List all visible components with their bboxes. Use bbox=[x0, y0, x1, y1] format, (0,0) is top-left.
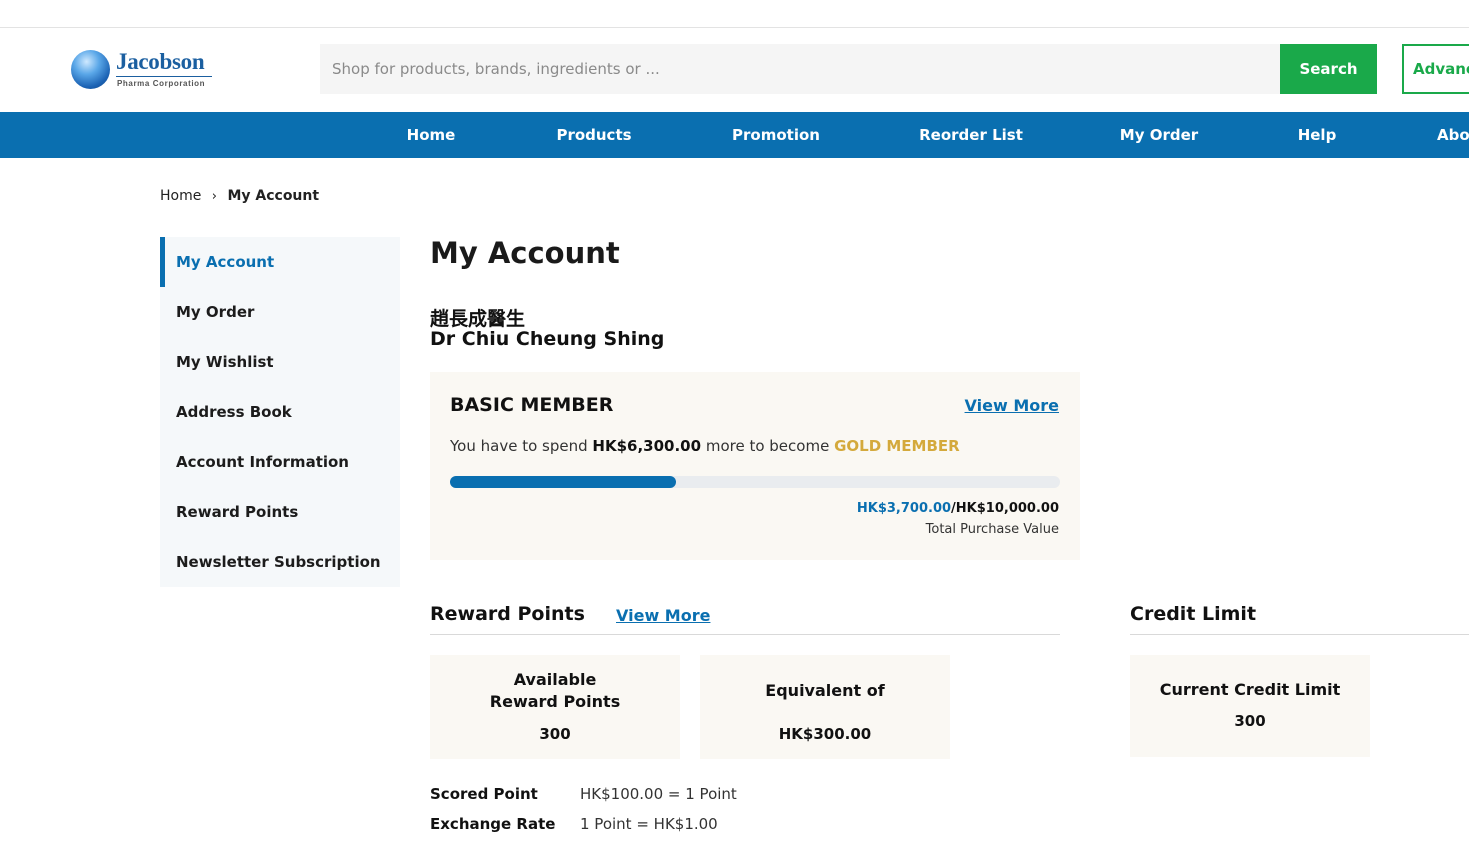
nav-home[interactable]: Home bbox=[407, 112, 456, 158]
nav-products[interactable]: Products bbox=[556, 112, 631, 158]
purchase-progress-bar bbox=[450, 476, 1060, 488]
purchase-value-label: Total Purchase Value bbox=[925, 522, 1059, 537]
membership-view-more-link[interactable]: View More bbox=[965, 396, 1059, 415]
purchase-value-readout: HK$3,700.00/HK$10,000.00 bbox=[857, 501, 1059, 516]
purchase-value-target: /HK$10,000.00 bbox=[951, 501, 1059, 516]
page-title: My Account bbox=[430, 236, 620, 270]
available-points-label-line1: Available bbox=[513, 670, 597, 689]
account-sidebar: My Account My Order My Wishlist Address … bbox=[160, 237, 400, 587]
credit-limit-card: Current Credit Limit 300 bbox=[1130, 655, 1370, 757]
equivalent-value: HK$300.00 bbox=[778, 725, 872, 743]
logo-subtitle: Pharma Corporation bbox=[117, 79, 206, 88]
membership-card: BASIC MEMBER View More You have to spend… bbox=[430, 372, 1080, 560]
sidebar-item-my-order[interactable]: My Order bbox=[160, 287, 400, 337]
customer-name-chinese: 趙長成醫生 bbox=[430, 308, 526, 330]
reward-points-heading: Reward Points bbox=[430, 603, 585, 625]
breadcrumb-home-link[interactable]: Home bbox=[160, 188, 201, 204]
exchange-rate-value: 1 Point = HK$1.00 bbox=[580, 815, 718, 833]
logo-name: Jacobson bbox=[116, 49, 205, 74]
available-points-card: Available Reward Points 300 bbox=[430, 655, 680, 759]
nav-about[interactable]: About bbox=[1437, 112, 1469, 158]
sidebar-item-my-wishlist[interactable]: My Wishlist bbox=[160, 337, 400, 387]
reward-points-divider bbox=[430, 634, 1060, 635]
available-points-value: 300 bbox=[539, 725, 571, 743]
equivalent-value-card: Equivalent of HK$300.00 bbox=[700, 655, 950, 759]
customer-name-english: Dr Chiu Cheung Shing bbox=[430, 328, 665, 350]
next-tier-name: GOLD MEMBER bbox=[834, 437, 960, 455]
nav-my-order[interactable]: My Order bbox=[1120, 112, 1198, 158]
spend-amount: HK$6,300.00 bbox=[592, 437, 702, 455]
spend-message: You have to spend HK$6,300.00 more to be… bbox=[450, 437, 960, 455]
credit-limit-divider bbox=[1130, 634, 1469, 635]
equivalent-label: Equivalent of bbox=[765, 681, 885, 700]
purchase-progress-fill bbox=[450, 476, 676, 488]
chevron-right-icon: › bbox=[211, 189, 217, 204]
scored-point-row: Scored Point HK$100.00 = 1 Point bbox=[430, 785, 737, 803]
purchase-value-current: HK$3,700.00 bbox=[856, 501, 952, 516]
credit-limit-value: 300 bbox=[1234, 712, 1266, 730]
credit-limit-label: Current Credit Limit bbox=[1159, 680, 1341, 699]
nav-promotion[interactable]: Promotion bbox=[732, 112, 820, 158]
sidebar-item-address-book[interactable]: Address Book bbox=[160, 387, 400, 437]
search-input[interactable] bbox=[320, 44, 1280, 94]
sidebar-item-reward-points[interactable]: Reward Points bbox=[160, 487, 400, 537]
sidebar-item-my-account[interactable]: My Account bbox=[160, 237, 400, 287]
main-navigation: Home Products Promotion Reorder List My … bbox=[0, 112, 1469, 158]
breadcrumb: Home › My Account bbox=[160, 188, 319, 204]
exchange-rate-row: Exchange Rate 1 Point = HK$1.00 bbox=[430, 815, 718, 833]
spend-prefix: You have to spend bbox=[450, 437, 588, 455]
top-divider bbox=[0, 27, 1469, 28]
advanced-search-button[interactable]: Advanced bbox=[1402, 44, 1469, 94]
sidebar-item-newsletter-subscription[interactable]: Newsletter Subscription bbox=[160, 537, 400, 587]
scored-point-key: Scored Point bbox=[430, 785, 538, 803]
credit-limit-heading: Credit Limit bbox=[1130, 603, 1257, 625]
search-button[interactable]: Search bbox=[1280, 44, 1377, 94]
jacobson-logo[interactable]: Jacobson Pharma Corporation bbox=[71, 49, 221, 91]
sidebar-item-account-information[interactable]: Account Information bbox=[160, 437, 400, 487]
scored-point-value: HK$100.00 = 1 Point bbox=[580, 785, 737, 803]
breadcrumb-current: My Account bbox=[227, 188, 320, 204]
logo-globe-icon bbox=[71, 50, 110, 89]
reward-points-view-more-link[interactable]: View More bbox=[616, 606, 710, 625]
nav-reorder-list[interactable]: Reorder List bbox=[919, 112, 1023, 158]
exchange-rate-key: Exchange Rate bbox=[430, 815, 556, 833]
membership-tier: BASIC MEMBER bbox=[450, 394, 614, 416]
logo-underline bbox=[116, 76, 212, 77]
available-points-label-line2: Reward Points bbox=[489, 692, 621, 711]
nav-help[interactable]: Help bbox=[1298, 112, 1337, 158]
spend-middle: more to become bbox=[705, 437, 830, 455]
